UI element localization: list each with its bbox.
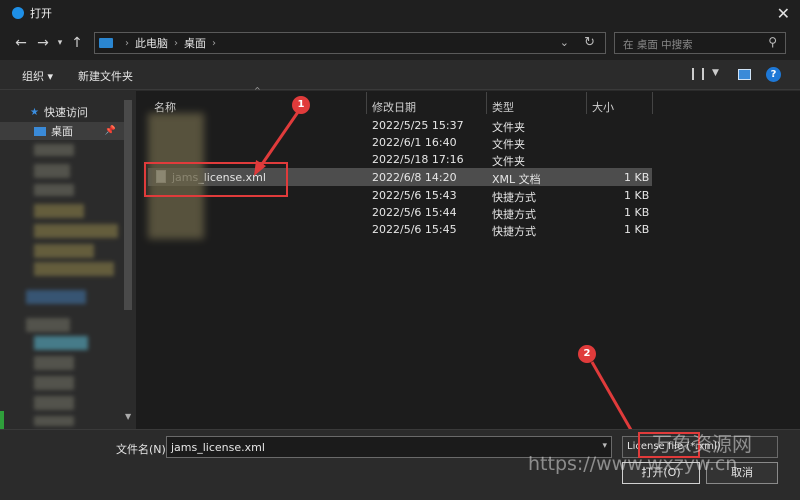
address-bar[interactable]: › 此电脑 › 桌面 › ⌄ ↻ (94, 32, 606, 54)
pin-icon: 📌 (104, 126, 116, 136)
chevron-right-icon: › (125, 37, 129, 49)
annotation-box-file (144, 162, 288, 197)
file-size: 1 KB (624, 189, 650, 202)
blurred-sidebar-item[interactable] (34, 336, 88, 350)
blurred-sidebar-item[interactable] (34, 204, 84, 218)
refresh-icon[interactable]: ↻ (584, 35, 595, 50)
search-input[interactable]: 在 桌面 中搜索 ⚲ (614, 32, 786, 54)
file-size: 1 KB (624, 171, 650, 184)
blurred-sidebar-item[interactable] (34, 356, 74, 370)
forward-arrow-icon[interactable]: → (32, 35, 54, 51)
chevron-right-icon[interactable]: › (212, 38, 216, 49)
star-icon: ★ (30, 106, 39, 118)
sidebar-scrollbar-thumb[interactable] (124, 100, 132, 310)
organize-menu[interactable]: 组织 ▾ (22, 68, 53, 84)
new-folder-button[interactable]: 新建文件夹 (78, 68, 133, 84)
command-bar: 组织 ▾ 新建文件夹 ▼ ? (0, 60, 800, 90)
file-size: 1 KB (624, 206, 650, 219)
file-row[interactable]: 2022/6/1 16:40 文件夹 (148, 133, 652, 151)
blurred-sidebar-item[interactable] (34, 416, 74, 426)
annotation-badge-2: 2 (578, 345, 596, 363)
close-icon[interactable]: ✕ (777, 4, 790, 23)
sidebar-item-desktop[interactable]: 桌面 📌 (0, 122, 124, 140)
blurred-sidebar-item[interactable] (34, 396, 74, 410)
sidebar-label: 桌面 (51, 125, 73, 138)
column-divider[interactable] (486, 92, 487, 114)
file-type: 文件夹 (492, 155, 525, 168)
column-divider[interactable] (366, 92, 367, 114)
sidebar-label: 快速访问 (43, 106, 88, 119)
blurred-onedrive-item[interactable] (26, 290, 86, 304)
chevron-right-icon: › (174, 37, 178, 49)
window-title: 打开 (30, 7, 52, 20)
column-header-size[interactable]: 大小 (592, 99, 614, 115)
blurred-sidebar-item[interactable] (34, 184, 74, 196)
filename-label: 文件名(N): (116, 443, 170, 456)
file-modified: 2022/6/8 14:20 (372, 171, 457, 184)
chevron-down-icon[interactable]: ⌄ (560, 36, 569, 49)
app-icon (12, 7, 24, 19)
desktop-icon (34, 126, 46, 136)
view-options-icon[interactable] (692, 68, 704, 80)
blurred-sidebar-item[interactable] (34, 376, 74, 390)
search-icon[interactable]: ⚲ (768, 35, 777, 49)
sidebar-item-quick-access[interactable]: ★ 快速访问 (0, 103, 124, 121)
column-divider[interactable] (586, 92, 587, 114)
filename-value: jams_license.xml (171, 441, 265, 454)
watermark-url: https://www.wxzyw.cn (528, 453, 738, 475)
preview-pane-icon[interactable] (738, 69, 751, 80)
file-type: 快捷方式 (492, 225, 536, 238)
column-divider[interactable] (652, 92, 653, 114)
file-modified: 2022/5/25 15:37 (372, 119, 464, 132)
file-modified: 2022/5/6 15:45 (372, 223, 457, 236)
search-placeholder: 在 桌面 中搜索 (623, 39, 693, 51)
up-arrow-icon[interactable]: ↑ (66, 35, 88, 51)
breadcrumb-desktop[interactable]: 桌面 (184, 35, 206, 51)
file-row[interactable]: 2022/5/6 15:44 快捷方式 1 KB (148, 203, 652, 221)
column-header-modified[interactable]: 修改日期 (372, 99, 416, 115)
file-modified: 2022/6/1 16:40 (372, 136, 457, 149)
chevron-down-icon[interactable]: ▼ (712, 68, 719, 78)
file-row[interactable]: 2022/5/25 15:37 文件夹 (148, 116, 652, 134)
blurred-sidebar-item[interactable] (34, 262, 114, 276)
file-size: 1 KB (624, 223, 650, 236)
blurred-sidebar-item[interactable] (34, 144, 74, 156)
blurred-this-pc-item[interactable] (26, 318, 70, 332)
sort-ascending-icon: ^ (254, 86, 261, 95)
blurred-sidebar-item[interactable] (34, 244, 94, 258)
help-icon[interactable]: ? (766, 67, 781, 82)
file-modified: 2022/5/6 15:44 (372, 206, 457, 219)
title-bar: 打开 ✕ (0, 0, 800, 26)
blurred-sidebar-item[interactable] (34, 164, 70, 178)
chevron-down-icon[interactable]: ▾ (602, 441, 607, 451)
blurred-sidebar-item[interactable] (34, 224, 118, 238)
recent-chevron-down-icon[interactable]: ▾ (54, 38, 66, 48)
file-modified: 2022/5/18 17:16 (372, 153, 464, 166)
scroll-down-icon[interactable]: ▼ (125, 412, 131, 421)
computer-icon (99, 38, 113, 48)
file-type: XML 文档 (492, 173, 541, 186)
annotation-badge-1: 1 (292, 96, 310, 114)
breadcrumb-this-pc[interactable]: 此电脑 (135, 35, 168, 51)
file-modified: 2022/5/6 15:43 (372, 189, 457, 202)
column-header-type[interactable]: 类型 (492, 99, 514, 115)
back-arrow-icon[interactable]: ← (10, 35, 32, 51)
file-row[interactable]: 2022/5/6 15:45 快捷方式 1 KB (148, 220, 652, 238)
